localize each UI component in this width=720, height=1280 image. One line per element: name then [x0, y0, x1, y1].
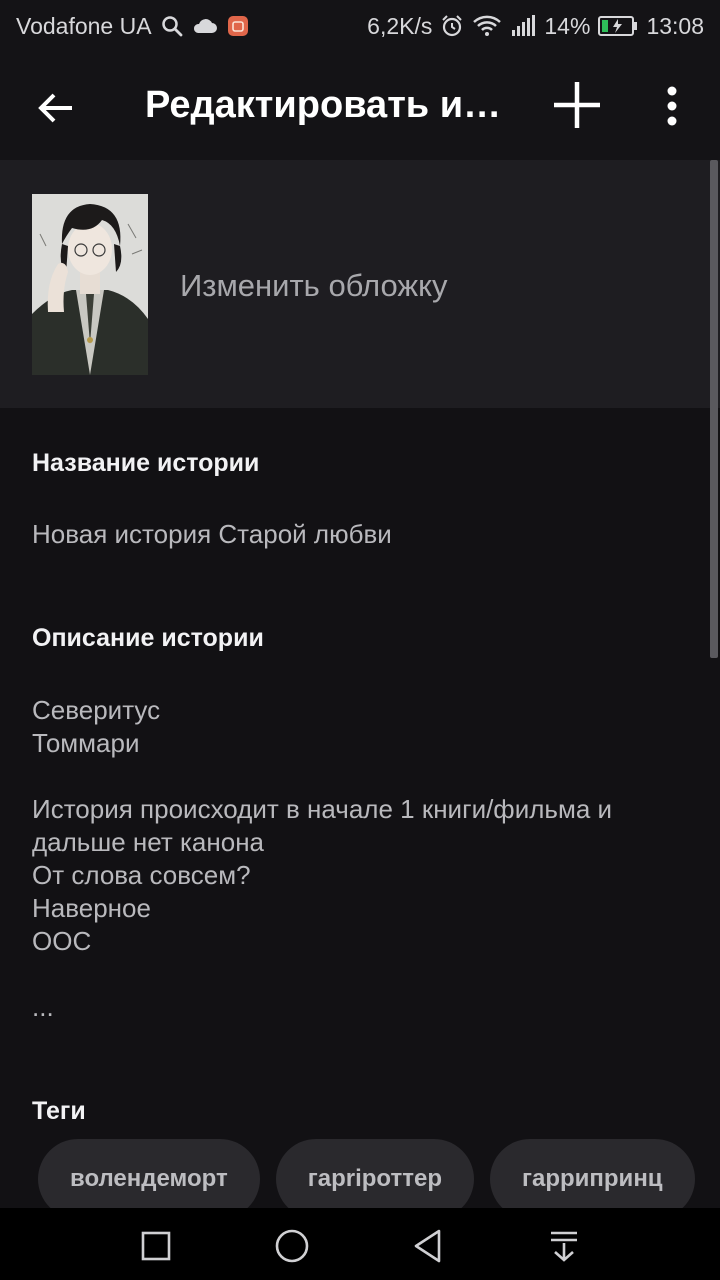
tag-chip[interactable]: гарripоттер [275, 1139, 474, 1219]
page-title: Редактировать и… [145, 84, 502, 126]
system-nav-bar [0, 1208, 720, 1280]
cover-section: Изменить обложку [0, 160, 720, 408]
tags-list: волендеморт гарripоттер гаррипринц [38, 1139, 695, 1219]
clock: 13:08 [646, 12, 704, 39]
story-title-label: Название истории [32, 449, 260, 477]
description-line: История происходит в начале 1 книги/филь… [32, 794, 613, 824]
notification-pull-icon [551, 1231, 577, 1262]
tag-chip[interactable]: волендеморт [38, 1139, 260, 1219]
tag-chip[interactable]: гаррипринц [489, 1139, 695, 1219]
home-button[interactable] [272, 1226, 312, 1266]
change-cover-link[interactable]: Изменить обложку [180, 268, 448, 304]
tags-label: Теги [32, 1097, 86, 1125]
status-bar: Vodafone UA 6,2K/s 14% 13:08 [0, 0, 720, 52]
search-icon [160, 14, 184, 38]
alarm-icon [440, 14, 464, 38]
cover-image[interactable] [32, 194, 148, 375]
edit-story-screen: Vodafone UA 6,2K/s 14% 13:08 Редактирова… [0, 0, 720, 1280]
description-line: Наверное [32, 893, 151, 923]
description-line: ... [32, 992, 54, 1022]
signal-icon [510, 14, 536, 38]
back-nav-button[interactable] [408, 1226, 448, 1266]
description-line: От слова совсем? [32, 860, 251, 890]
description-line: Северитус [32, 695, 161, 725]
recent-apps-square-icon [141, 1231, 171, 1261]
more-vert-icon [667, 86, 677, 126]
plus-icon [554, 82, 600, 128]
story-description-label: Описание истории [32, 624, 264, 652]
description-line [32, 958, 612, 991]
battery-percent: 14% [544, 12, 591, 39]
more-options-button[interactable] [650, 80, 694, 132]
recent-apps-button[interactable] [136, 1226, 176, 1266]
app-notification-icon [226, 14, 250, 38]
cloud-icon [192, 16, 218, 36]
description-line [32, 760, 612, 793]
add-part-button[interactable] [548, 76, 606, 134]
scrollbar[interactable] [710, 160, 718, 658]
back-arrow-icon [38, 93, 72, 123]
back-button[interactable] [30, 82, 82, 134]
wifi-icon [472, 14, 502, 38]
carrier-label: Vodafone UA [16, 12, 152, 39]
home-circle-icon [275, 1229, 309, 1263]
back-triangle-icon [414, 1229, 441, 1263]
story-description-field[interactable]: Северитус Томмари История происходит в н… [32, 694, 612, 1024]
battery-charging-icon [598, 15, 638, 37]
description-line: Томмари [32, 728, 140, 758]
app-bar: Редактировать и… [0, 52, 720, 160]
description-line: дальше нет канона [32, 827, 265, 857]
story-title-field[interactable]: Новая история Старой любви [32, 518, 392, 551]
notification-pull-button[interactable] [544, 1226, 584, 1266]
description-line: ООС [32, 926, 92, 956]
network-speed: 6,2K/s [367, 12, 433, 39]
